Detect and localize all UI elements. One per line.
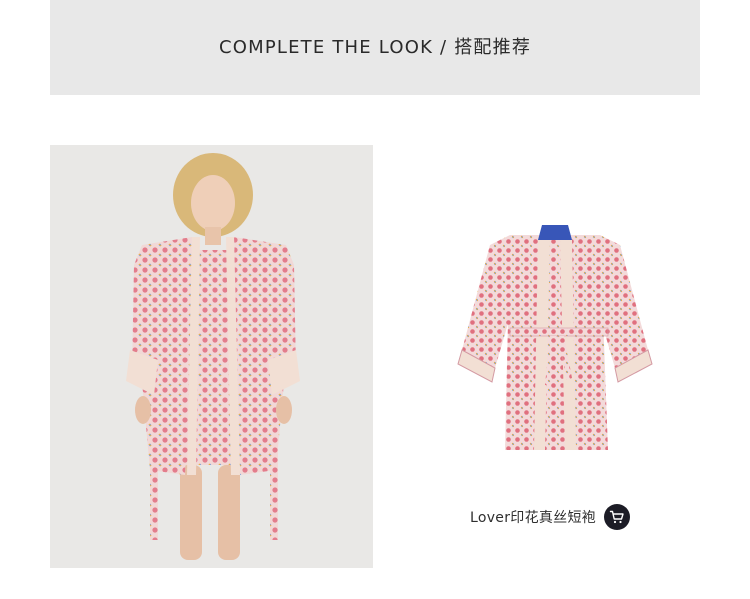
- robe-illustration: [457, 225, 653, 450]
- model-illustration: [126, 153, 300, 560]
- product-caption: Lover印花真丝短袍: [470, 504, 631, 530]
- section-title: COMPLETE THE LOOK / 搭配推荐: [218, 37, 532, 58]
- product-name-link[interactable]: Lover印花真丝短袍: [470, 507, 596, 527]
- product-image[interactable]: [450, 210, 660, 465]
- add-to-cart-button[interactable]: [604, 504, 631, 530]
- cart-icon: [609, 510, 624, 524]
- model-photo: [50, 145, 373, 568]
- header-banner: COMPLETE THE LOOK / 搭配推荐: [50, 0, 700, 95]
